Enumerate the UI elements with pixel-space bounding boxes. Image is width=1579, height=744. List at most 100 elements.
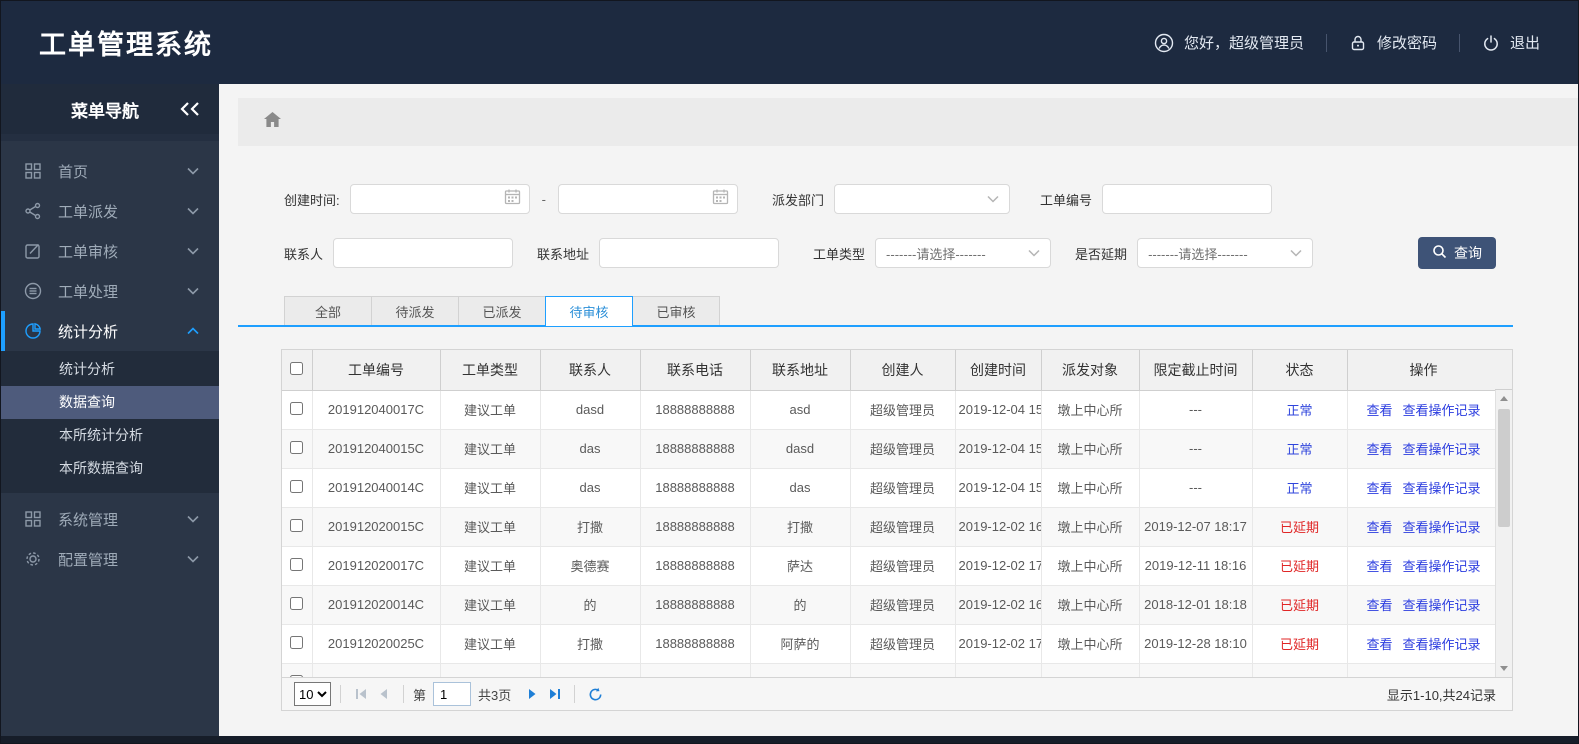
sidebar-item-dispatch[interactable]: 工单派发	[1, 191, 219, 231]
row-select-cell	[282, 584, 313, 625]
home-icon[interactable]	[262, 110, 283, 135]
view-log-link[interactable]: 查看操作记录	[1403, 598, 1481, 613]
search-button[interactable]: 查询	[1418, 237, 1496, 269]
view-log-link[interactable]: 查看操作记录	[1403, 481, 1481, 496]
table-row: 201912020015C 建议工单 打撒 18888888888 打撒 超级管…	[282, 506, 1501, 547]
scrollbar-thumb[interactable]	[1498, 409, 1510, 527]
view-link[interactable]: 查看	[1366, 403, 1392, 418]
cell-target: 墩上中心所	[1040, 545, 1140, 586]
actions-cell: 查看 查看操作记录	[1346, 545, 1501, 586]
dispatch-dept-select[interactable]	[833, 184, 1010, 214]
table-row: 201912020014C 建议工单 的 18888888888 的 超级管理员…	[282, 584, 1501, 625]
scroll-up-arrow[interactable]	[1496, 390, 1512, 407]
view-link[interactable]: 查看	[1366, 442, 1392, 457]
sidebar-item-statistics[interactable]: 统计分析	[1, 311, 219, 351]
page-number-input[interactable]	[433, 682, 472, 706]
change-password-button[interactable]: 修改密码	[1349, 32, 1437, 53]
row-checkbox[interactable]	[290, 440, 304, 454]
sidebar-item-label: 配置管理	[58, 551, 119, 569]
row-checkbox[interactable]	[290, 557, 304, 571]
sidebar-item-review[interactable]: 工单审核	[1, 231, 219, 271]
view-link[interactable]: 查看	[1366, 520, 1392, 535]
select-all-checkbox[interactable]	[290, 361, 304, 375]
cell-target: 墩上中心所	[1040, 389, 1140, 430]
order-type-select[interactable]: -------请选择-------	[875, 238, 1052, 268]
refresh-icon[interactable]	[584, 683, 606, 705]
cell-created: 2019-12-04 15	[954, 428, 1042, 469]
table-scroll-area: 工单编号 工单类型 联系人 联系电话 联系地址 创建人 创建时间 派发对象 限定…	[282, 350, 1512, 677]
tab-pending-review[interactable]: 待审核	[545, 296, 633, 327]
create-time-end-input[interactable]	[557, 184, 738, 214]
view-link[interactable]: 查看	[1366, 481, 1392, 496]
col-actions: 操作	[1346, 350, 1501, 391]
row-checkbox[interactable]	[290, 401, 304, 415]
row-checkbox[interactable]	[290, 479, 304, 493]
cell-address: das	[749, 467, 851, 508]
calendar-icon[interactable]	[504, 188, 521, 210]
status-cell: 已延期	[1251, 545, 1348, 586]
view-link[interactable]: 查看	[1366, 637, 1392, 652]
row-checkbox[interactable]	[290, 596, 304, 610]
page-size-select[interactable]: 10	[294, 682, 331, 706]
is-delayed-select[interactable]: -------请选择-------	[1137, 238, 1314, 268]
cell-order-type: 建议工单	[439, 389, 541, 430]
table-row: 201912020025C 建议工单 打撒 18888888888 阿萨的 超级…	[282, 623, 1501, 664]
create-time-start-input[interactable]	[349, 184, 530, 214]
submenu-item-local-data-query[interactable]: 本所数据查询	[1, 452, 219, 485]
search-button-label: 查询	[1454, 245, 1482, 261]
cell-contact: dasd	[539, 389, 641, 430]
cell-address: 阿萨的	[749, 623, 851, 664]
chevron-up-icon	[187, 327, 199, 335]
cell-order-no: 201912040017C	[311, 389, 441, 430]
sidebar-item-process[interactable]: 工单处理	[1, 271, 219, 311]
cell-creator: 超级管理员	[849, 467, 956, 508]
submenu-item-local-statistics[interactable]: 本所统计分析	[1, 419, 219, 452]
sidebar-item-home[interactable]: 首页	[1, 151, 219, 191]
scroll-down-arrow[interactable]	[1496, 660, 1512, 677]
view-log-link[interactable]: 查看操作记录	[1403, 637, 1481, 652]
vertical-scrollbar[interactable]	[1495, 390, 1512, 677]
cell-target: 墩上中心所	[1040, 623, 1140, 664]
work-order-system-window: 工单管理系统 您好，超级管理员 修改密码 退出 菜单导航 首页 工单派发 工单审…	[0, 0, 1579, 744]
collapse-sidebar-icon[interactable]	[179, 101, 201, 117]
view-link[interactable]: 查看	[1366, 598, 1392, 613]
view-log-link[interactable]: 查看操作记录	[1403, 403, 1481, 418]
first-page-button[interactable]	[350, 683, 372, 705]
sidebar-item-config[interactable]: 配置管理	[1, 539, 219, 579]
row-checkbox[interactable]	[290, 518, 304, 532]
cell-order-type: 建议工单	[439, 428, 541, 469]
view-log-link[interactable]: 查看操作记录	[1403, 442, 1481, 457]
order-no-input[interactable]	[1102, 184, 1272, 214]
last-page-button[interactable]	[543, 683, 565, 705]
actions-cell: 查看 查看操作记录	[1346, 467, 1501, 508]
submenu-item-statistics-analysis[interactable]: 统计分析	[1, 353, 219, 386]
tab-reviewed[interactable]: 已审核	[632, 296, 720, 327]
header-divider	[1325, 33, 1327, 52]
cell-creator: 超级管理员	[849, 584, 956, 625]
view-log-link[interactable]: 查看操作记录	[1403, 559, 1481, 574]
sidebar-item-system[interactable]: 系统管理	[1, 499, 219, 539]
cell-order-type: 建议工单	[439, 584, 541, 625]
sidebar-item-label: 工单派发	[58, 203, 119, 221]
row-checkbox[interactable]	[290, 674, 304, 677]
view-link[interactable]: 查看	[1366, 559, 1392, 574]
tab-dispatched[interactable]: 已派发	[458, 296, 546, 327]
submenu-item-data-query[interactable]: 数据查询	[1, 386, 219, 419]
contact-address-input[interactable]	[599, 238, 780, 268]
next-page-button[interactable]	[521, 683, 543, 705]
calendar-icon[interactable]	[712, 188, 729, 210]
row-checkbox[interactable]	[290, 635, 304, 649]
logout-button[interactable]: 退出	[1482, 32, 1540, 53]
contact-input[interactable]	[333, 238, 514, 268]
status-cell: 已延期	[1251, 623, 1348, 664]
tab-all[interactable]: 全部	[284, 296, 372, 327]
cell-creator	[849, 662, 956, 677]
col-target: 派发对象	[1040, 350, 1140, 391]
user-icon	[1154, 33, 1174, 53]
user-greeting[interactable]: 您好，超级管理员	[1154, 32, 1304, 53]
col-deadline: 限定截止时间	[1138, 350, 1253, 391]
tab-pending-dispatch[interactable]: 待派发	[371, 296, 459, 327]
view-log-link[interactable]: 查看操作记录	[1403, 520, 1481, 535]
prev-page-button[interactable]	[372, 683, 394, 705]
greeting-text: 您好，超级管理员	[1183, 35, 1304, 52]
